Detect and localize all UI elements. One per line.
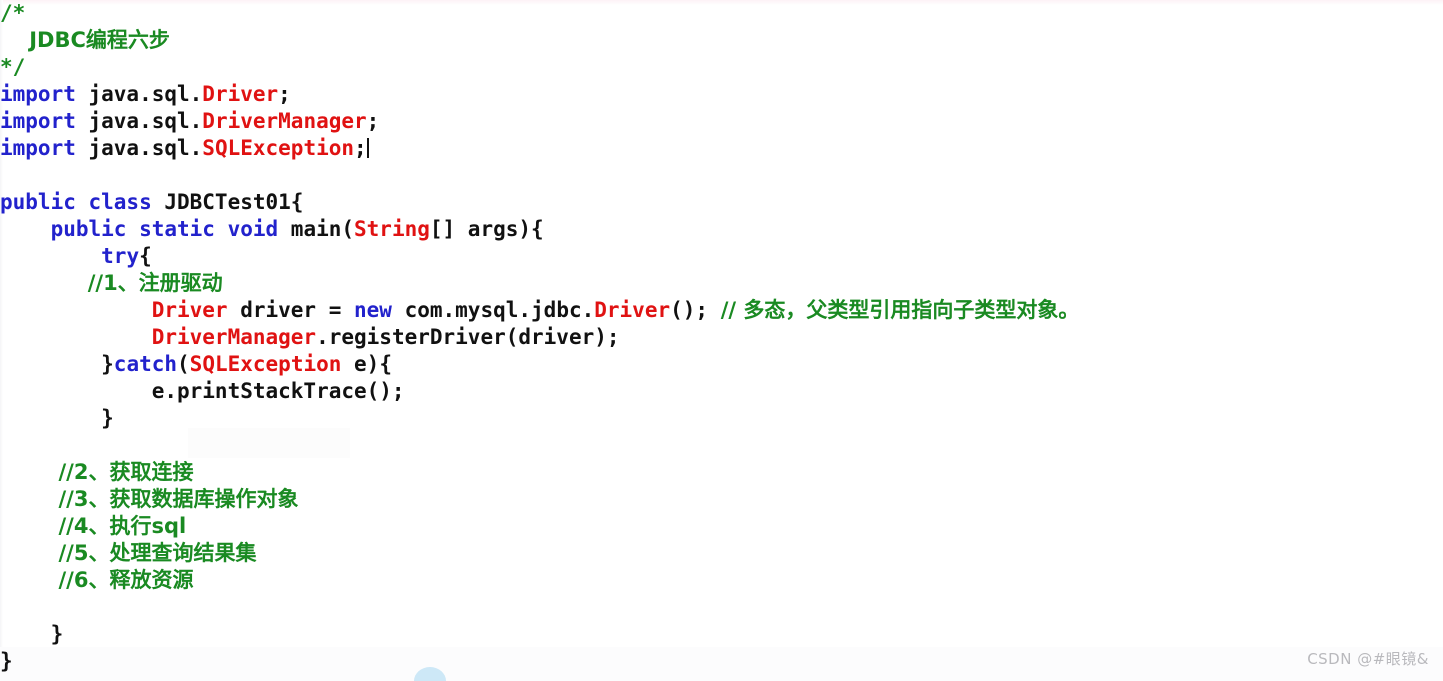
code-line[interactable]: public class JDBCTest01{ [0, 189, 1443, 216]
code-token-plain: } [0, 649, 13, 673]
code-token-plain: } [0, 622, 64, 646]
code-token-plain: ; [354, 136, 367, 160]
code-line[interactable]: /* [0, 0, 1443, 27]
code-line[interactable]: //3、获取数据库操作对象 [0, 486, 1443, 513]
code-token-plain: [] args){ [429, 217, 544, 241]
code-line[interactable]: //2、获取连接 [0, 459, 1443, 486]
code-line[interactable]: import java.sql.DriverManager; [0, 108, 1443, 135]
code-token-cmt: //3、获取数据库操作对象 [0, 487, 299, 511]
code-line[interactable]: //4、执行sql [0, 513, 1443, 540]
code-token-cmt: JDBC编程六步 [0, 28, 170, 52]
code-token-kw: catch [113, 352, 178, 376]
code-token-kw: public static void [50, 217, 279, 241]
code-token-cmt: //2、获取连接 [0, 460, 194, 484]
code-token-type: Driver [202, 82, 279, 106]
code-token-type: SQLException [202, 136, 355, 160]
code-token-kw: import [0, 109, 76, 133]
code-line[interactable]: public static void main(String[] args){ [0, 216, 1443, 243]
text-cursor [366, 138, 369, 158]
code-line[interactable]: DriverManager.registerDriver(driver); [0, 324, 1443, 351]
code-token-plain: com.mysql.jdbc. [391, 298, 595, 322]
code-token-kw: import [0, 136, 76, 160]
code-editor-area[interactable]: /* JDBC编程六步 */import java.sql.Driver; impo… [0, 0, 1443, 675]
code-screenshot: /* JDBC编程六步 */import java.sql.Driver; impo… [0, 0, 1443, 681]
code-token-plain: e){ [341, 352, 392, 376]
code-token-cmt: //1、注册驱动 [0, 271, 223, 295]
code-token-plain: e.printStackTrace(); [0, 379, 405, 403]
code-token-kw: new [354, 298, 392, 322]
code-line[interactable] [0, 594, 1443, 621]
code-token-plain: } [0, 406, 114, 430]
code-line[interactable]: } [0, 648, 1443, 675]
code-token-plain: java.sql. [75, 82, 203, 106]
csdn-watermark: CSDN @#眼镜& [1307, 650, 1429, 668]
code-token-plain: ; [278, 82, 291, 106]
code-token-type: SQLException [189, 352, 342, 376]
code-token-plain: main( [278, 217, 355, 241]
code-token-plain: java.sql. [75, 109, 203, 133]
code-line[interactable]: }catch(SQLException e){ [0, 351, 1443, 378]
code-token-type: DriverManager [151, 325, 317, 349]
code-line[interactable]: Driver driver = new com.mysql.jdbc.Drive… [0, 297, 1443, 324]
code-token-cmt: //5、处理查询结果集 [0, 541, 257, 565]
code-token-plain: java.sql. [75, 136, 203, 160]
code-token-kw: import [0, 82, 76, 106]
code-line[interactable] [0, 162, 1443, 189]
code-token-plain: .registerDriver(driver); [316, 325, 620, 349]
code-line[interactable]: //5、处理查询结果集 [0, 540, 1443, 567]
code-line[interactable]: //6、释放资源 [0, 567, 1443, 594]
code-token-plain: { [139, 244, 152, 268]
code-token-plain: ( [177, 352, 190, 376]
code-line[interactable]: e.printStackTrace(); [0, 378, 1443, 405]
code-token-cmt: /* [0, 1, 26, 25]
code-line[interactable]: import java.sql.SQLException; [0, 135, 1443, 162]
code-token-cmt: */ [0, 55, 26, 79]
code-line[interactable]: //1、注册驱动 [0, 270, 1443, 297]
code-line[interactable]: } [0, 621, 1443, 648]
code-token-type: Driver [594, 298, 671, 322]
code-token-cmt: //6、释放资源 [0, 568, 194, 592]
code-line[interactable]: import java.sql.Driver; [0, 81, 1443, 108]
code-token-cmt: //4、执行sql [0, 514, 187, 538]
code-token-plain: ; [366, 109, 380, 133]
code-line[interactable] [0, 432, 1443, 459]
code-token-plain: } [0, 352, 114, 376]
code-line[interactable]: } [0, 405, 1443, 432]
code-token-kw: public class [0, 190, 152, 214]
code-line[interactable]: */ [0, 54, 1443, 81]
code-token-plain: (); [670, 298, 721, 322]
code-token-plain: JDBCTest01{ [151, 190, 304, 214]
code-token-type: String [354, 217, 430, 241]
code-token-plain: driver = [227, 298, 355, 322]
code-token-type: DriverManager [202, 109, 367, 133]
code-token-cmt: // 多态，父类型引用指向子类型对象。 [720, 298, 1080, 322]
code-line[interactable]: JDBC编程六步 [0, 27, 1443, 54]
code-token-type: Driver [151, 298, 228, 322]
code-token-kw: try [101, 244, 140, 268]
code-line[interactable]: try{ [0, 243, 1443, 270]
